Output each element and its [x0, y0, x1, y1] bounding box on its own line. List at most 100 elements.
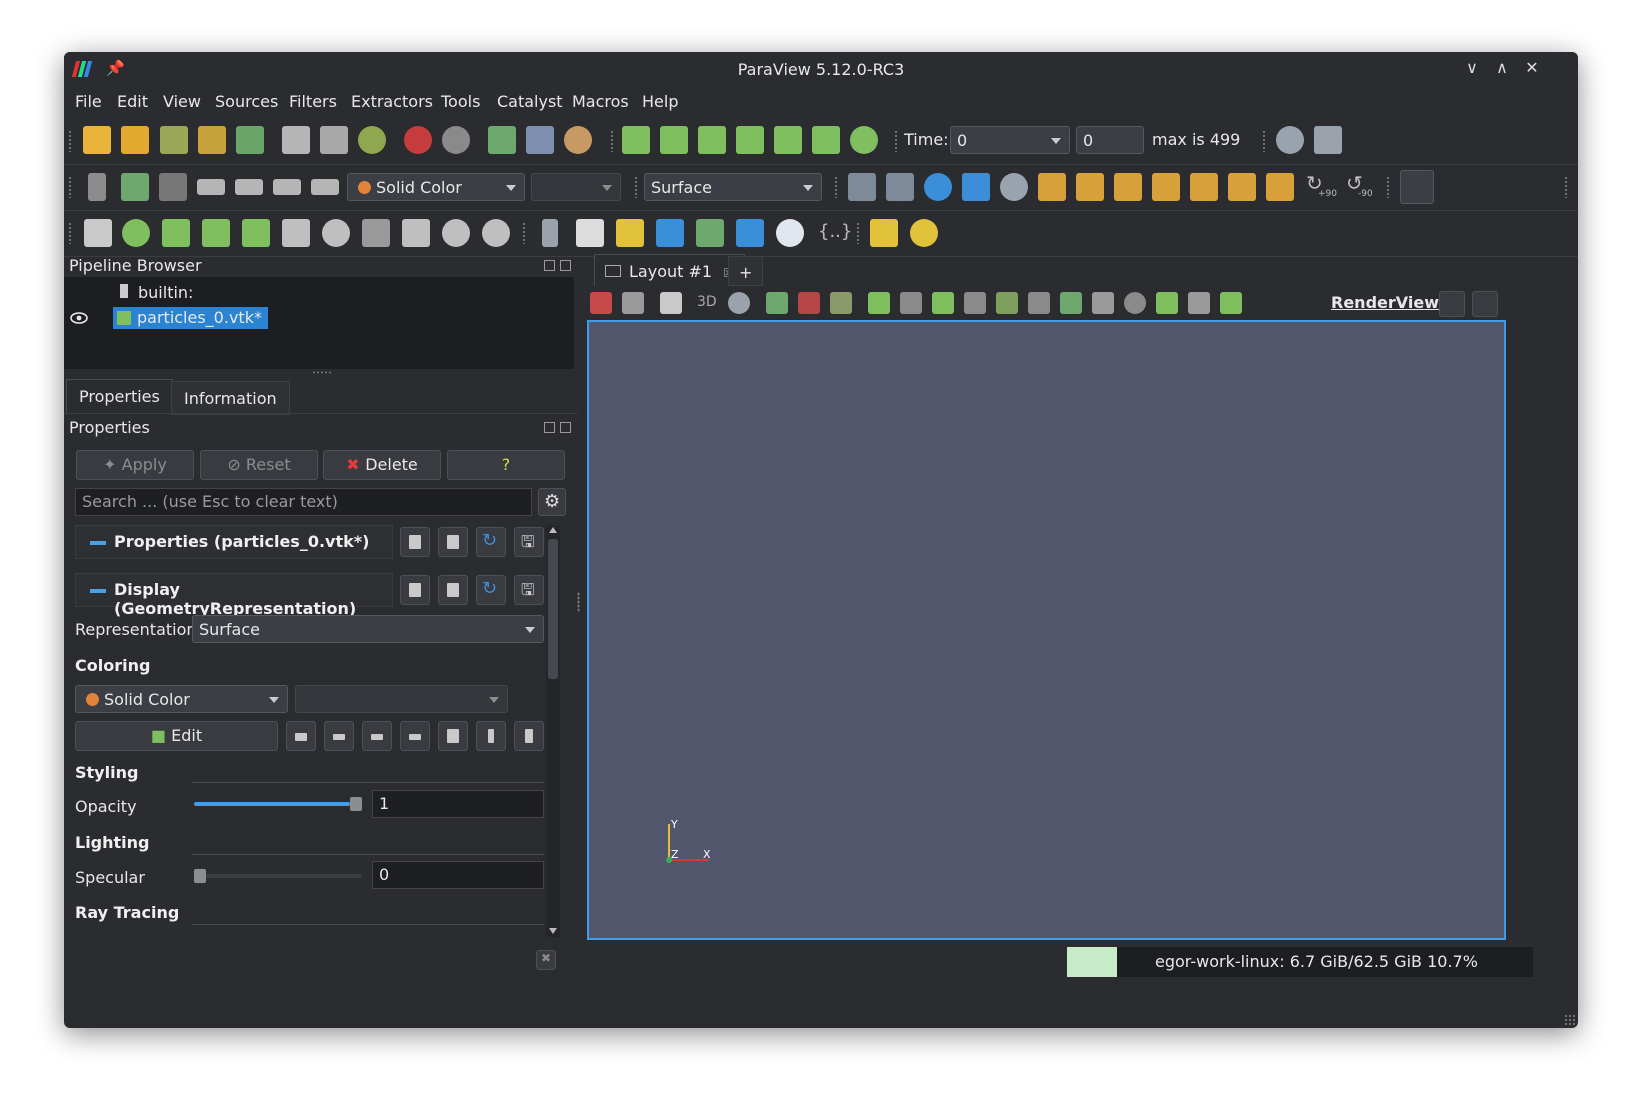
find-data-icon[interactable] — [1276, 126, 1304, 154]
probe-location-icon[interactable] — [696, 219, 724, 247]
view-plus-z-icon[interactable] — [1190, 173, 1218, 201]
camera-icon[interactable] — [660, 292, 682, 314]
render-view-name[interactable]: RenderView1 — [1331, 293, 1450, 312]
show-center-icon[interactable] — [924, 173, 952, 201]
menu-extractors[interactable]: Extractors — [351, 92, 433, 111]
view-minus-y-icon[interactable] — [1152, 173, 1180, 201]
split-vertical-icon[interactable] — [622, 292, 644, 314]
toolbar-grip[interactable] — [68, 130, 73, 152]
specular-slider[interactable] — [194, 869, 362, 883]
block-select-icon[interactable] — [1124, 292, 1146, 314]
opacity-input[interactable]: 1 — [372, 790, 544, 818]
rescale-data-range-button[interactable] — [324, 721, 354, 751]
reset-button[interactable]: ⊘ Reset — [200, 450, 318, 480]
stream-tracer-icon[interactable] — [362, 219, 390, 247]
toolbar-grip[interactable] — [610, 130, 615, 152]
warp-by-vector-icon[interactable] — [402, 219, 430, 247]
restore-defaults-button[interactable]: ↻ — [476, 527, 506, 557]
histogram-icon[interactable] — [616, 219, 644, 247]
menu-edit[interactable]: Edit — [117, 92, 148, 111]
toolbar-grip[interactable] — [68, 222, 73, 244]
add-layout-tab[interactable]: + — [728, 256, 764, 286]
select-cells-on-icon[interactable] — [868, 292, 890, 314]
toolbar-grip[interactable] — [894, 130, 899, 152]
zoom-to-box-icon[interactable] — [1000, 173, 1028, 201]
reverse-play-icon[interactable] — [698, 126, 726, 154]
play-icon[interactable] — [736, 126, 764, 154]
toggle-selection-icon[interactable] — [830, 292, 852, 314]
previous-frame-icon[interactable] — [660, 126, 688, 154]
timestep-spinbox[interactable]: 0 — [1076, 126, 1144, 154]
resize-grip-icon[interactable] — [1564, 1014, 1576, 1026]
plot-over-line-icon[interactable] — [542, 219, 558, 247]
help-button[interactable]: ? — [447, 450, 565, 480]
select-cells-icon[interactable] — [766, 292, 788, 314]
restore-display-defaults-button[interactable]: ↻ — [476, 575, 506, 605]
hover-cells-icon[interactable] — [1092, 292, 1114, 314]
memory-inspector[interactable]: egor-work-linux: 6.7 GiB/62.5 GiB 10.7% — [1067, 947, 1533, 977]
menu-file[interactable]: File — [75, 92, 102, 111]
open-folder-icon[interactable] — [121, 126, 149, 154]
mode-3d-button[interactable]: 3D — [697, 294, 717, 310]
color-map-editor-icon[interactable] — [121, 173, 149, 201]
paste-properties-button[interactable] — [438, 527, 468, 557]
scroll-up-icon[interactable] — [549, 527, 557, 533]
pipeline-item-particles[interactable]: particles_0.vtk* — [113, 307, 268, 329]
eye-icon[interactable] — [70, 309, 88, 324]
threshold-icon[interactable] — [242, 219, 270, 247]
render-view[interactable]: Y Z X — [587, 320, 1506, 940]
undo-icon[interactable] — [404, 126, 432, 154]
glyph-icon[interactable] — [322, 219, 350, 247]
apply-button[interactable]: ✦ Apply — [76, 450, 194, 480]
reset-camera-icon[interactable] — [848, 173, 876, 201]
tab-properties[interactable]: Properties — [66, 379, 173, 413]
splitter-handle[interactable] — [312, 371, 332, 374]
toolbar-grip[interactable] — [1564, 176, 1569, 198]
copy-display-button[interactable] — [400, 575, 430, 605]
view-plus-y-icon[interactable] — [1114, 173, 1142, 201]
remove-selection-icon[interactable] — [798, 292, 820, 314]
zoom-to-data-icon[interactable] — [886, 173, 914, 201]
extract-subset-icon[interactable] — [282, 219, 310, 247]
view-minus-x-icon[interactable] — [1076, 173, 1104, 201]
load-state-icon[interactable] — [282, 126, 310, 154]
select-cells-through-icon[interactable] — [932, 292, 954, 314]
menu-macros[interactable]: Macros — [572, 92, 629, 111]
isometric-view-icon[interactable] — [1266, 173, 1294, 201]
color-component-select[interactable] — [295, 685, 508, 713]
next-frame-icon[interactable] — [774, 126, 802, 154]
component-combo[interactable] — [531, 173, 621, 201]
properties-scrollbar[interactable] — [546, 525, 560, 937]
section-display[interactable]: Display (GeometryRepresentation) — [75, 573, 393, 618]
builtin-server-item[interactable]: builtin: — [138, 283, 193, 302]
python-script-icon[interactable]: {..} — [816, 219, 852, 247]
representation-combo[interactable]: Surface — [644, 173, 822, 201]
view-plus-x-icon[interactable] — [1038, 173, 1066, 201]
connect-icon[interactable] — [198, 126, 226, 154]
palette-icon[interactable] — [564, 126, 592, 154]
split-horizontal-icon[interactable] — [590, 292, 612, 314]
opacity-slider-handle[interactable] — [350, 797, 362, 811]
rescale-range-icon[interactable] — [197, 179, 225, 195]
rescale-temporal-icon[interactable] — [273, 179, 301, 195]
loop-icon[interactable] — [850, 126, 878, 154]
reset-center-icon[interactable] — [962, 173, 990, 201]
copy-properties-button[interactable] — [400, 527, 430, 557]
save-state-icon[interactable] — [320, 126, 348, 154]
redo-icon[interactable] — [442, 126, 470, 154]
polygon-select-icon[interactable] — [996, 292, 1018, 314]
first-frame-icon[interactable] — [622, 126, 650, 154]
auto-apply-icon[interactable] — [358, 126, 386, 154]
rotate-minus-90-icon[interactable]: ↺ -90 — [1344, 171, 1373, 201]
paste-display-button[interactable] — [438, 575, 468, 605]
rescale-custom-range-icon[interactable] — [235, 179, 263, 195]
interactive-select-icon[interactable] — [1028, 292, 1050, 314]
toggle-visibility-icon[interactable] — [88, 173, 106, 201]
hover-points-icon[interactable] — [1060, 292, 1082, 314]
maximize-button[interactable]: ∧ — [1492, 58, 1512, 77]
tab-information[interactable]: Information — [171, 381, 290, 415]
plot-data-over-time-icon[interactable] — [656, 219, 684, 247]
toolbar-grip[interactable] — [634, 176, 639, 198]
extract-level-icon[interactable] — [482, 219, 510, 247]
undock-icon[interactable] — [544, 260, 555, 271]
